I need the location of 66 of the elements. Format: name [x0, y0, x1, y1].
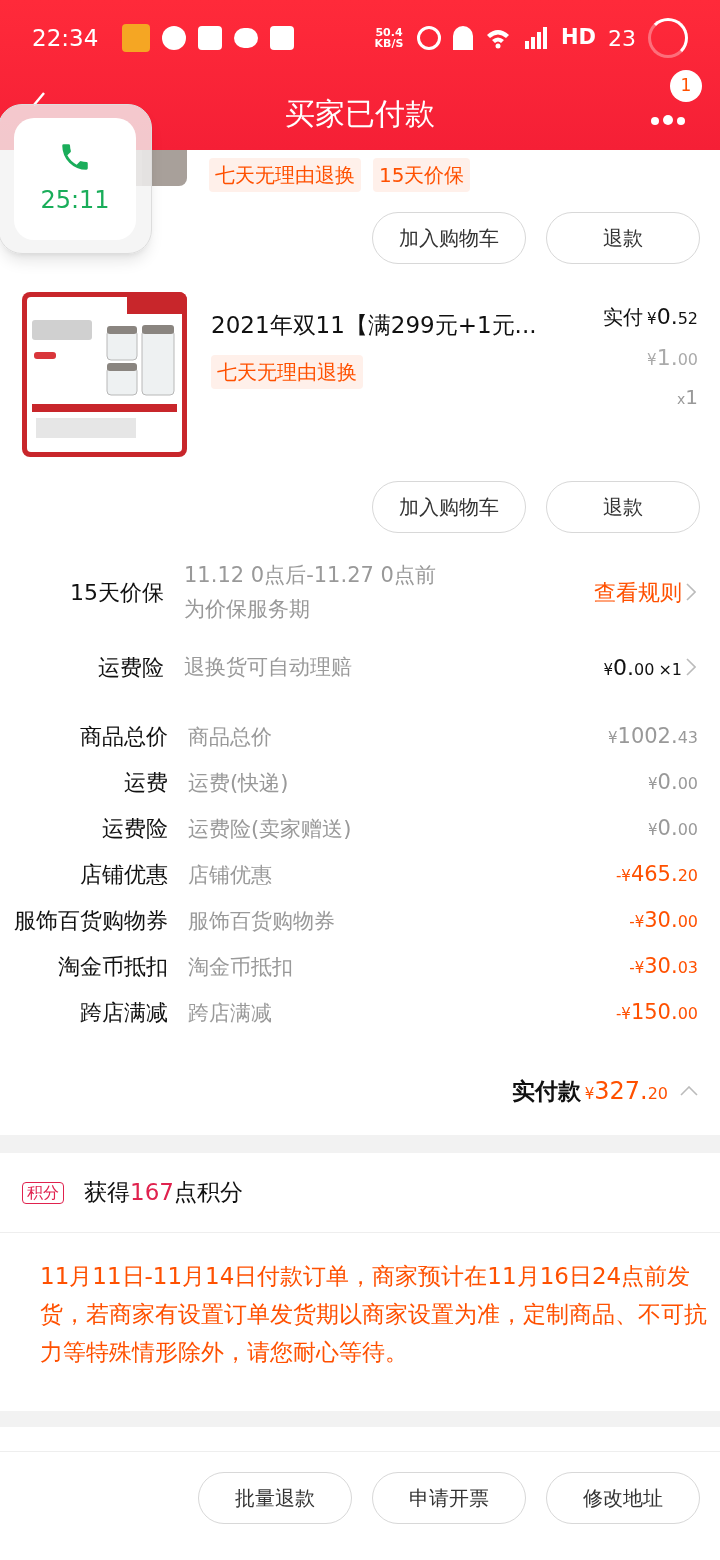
price-description: 淘金币抵扣: [188, 954, 294, 981]
service-description: 为价保服务期: [184, 596, 311, 623]
price-label: 服饰百货购物券: [13, 907, 169, 935]
service-description: 11.12 0点后-11.27 0点前: [184, 562, 437, 589]
shipping-notice: 11月11日-11月14日付款订单，商家预计在11月16日24点前发货，若商家有设置订单发货期以商家设置为准，定制商品、不可抗力等特殊情形除外，请您耐心等待。: [39, 1262, 708, 1367]
price-amount: -¥30.03: [629, 953, 698, 981]
price-description: 服饰百货购物券: [188, 908, 336, 935]
price-label: 商品总价: [79, 723, 169, 751]
price-description: 运费(快递): [188, 770, 290, 797]
chevron-right-icon: [686, 658, 696, 676]
network-speed: 50.4 KB/S: [373, 27, 405, 49]
price-description: 跨店满减: [188, 1000, 273, 1027]
back-icon[interactable]: [32, 92, 46, 106]
price-label: 店铺优惠: [79, 861, 169, 889]
price-amount: ¥0.00: [648, 769, 698, 797]
points-text: 获得167点积分: [84, 1178, 243, 1208]
action-button[interactable]: 退款: [546, 481, 700, 533]
action-button[interactable]: 退款: [546, 212, 700, 264]
alarm-icon: [417, 26, 441, 50]
service-tag: 15天价保: [373, 158, 471, 192]
quantity: x1: [676, 384, 698, 411]
points-badge: 积分: [22, 1181, 64, 1204]
price-amount: -¥150.00: [615, 999, 698, 1027]
microphone-icon: [122, 24, 151, 52]
price-description: 商品总价: [188, 724, 273, 751]
price-description: 运费险(卖家赠送): [188, 816, 353, 843]
quantity: ×1: [658, 658, 682, 681]
original-price: ¥1.00: [647, 344, 698, 372]
paid-price: ¥0.52: [647, 303, 698, 331]
message-icon: [234, 28, 259, 48]
chevron-right-icon: [686, 583, 696, 601]
price-amount: ¥1002.43: [607, 723, 698, 751]
action-button[interactable]: 加入购物车: [372, 481, 526, 533]
product-title[interactable]: 2021年双11【满299元+1元...: [211, 308, 580, 343]
paid-label: 实付: [603, 304, 644, 331]
chat-bubble-icon: [162, 26, 187, 50]
call-duration: 25:11: [40, 185, 110, 216]
mute-icon: [453, 26, 473, 50]
total-amount: ¥327.20: [584, 1076, 668, 1107]
service-label: 运费险: [97, 653, 165, 682]
wifi-icon: [485, 27, 511, 49]
price-label: 运费: [123, 769, 169, 797]
service-description: 退换货可自动理赔: [184, 654, 353, 681]
battery-level: 23: [608, 24, 636, 53]
action-button[interactable]: 批量退款: [198, 1472, 352, 1524]
page-title: 买家已付款: [285, 94, 435, 133]
insurance-price: ¥0.00: [603, 653, 655, 682]
price-label: 跨店满减: [79, 999, 169, 1027]
price-amount: -¥30.00: [629, 907, 698, 935]
loading-ring-icon: [648, 18, 688, 58]
signal-icon: [523, 27, 549, 49]
price-description: 店铺优惠: [188, 862, 273, 889]
service-tag: 七天无理由退换: [211, 354, 363, 389]
service-tag: 七天无理由退换: [209, 158, 361, 192]
price-amount: ¥0.00: [648, 815, 698, 843]
action-button[interactable]: 修改地址: [546, 1472, 700, 1524]
hd-indicator: HD: [561, 24, 596, 52]
action-button[interactable]: 加入购物车: [372, 212, 526, 264]
price-amount: -¥465.20: [615, 861, 698, 889]
total-label: 实付款: [511, 1076, 581, 1106]
price-label: 淘金币抵扣: [57, 953, 169, 981]
action-button[interactable]: 申请开票: [372, 1472, 526, 1524]
notification-badge: 1: [670, 70, 702, 102]
status-time: 22:34: [32, 23, 99, 53]
service-label: 15天价保: [69, 578, 165, 607]
price-label: 运费险: [101, 815, 169, 843]
